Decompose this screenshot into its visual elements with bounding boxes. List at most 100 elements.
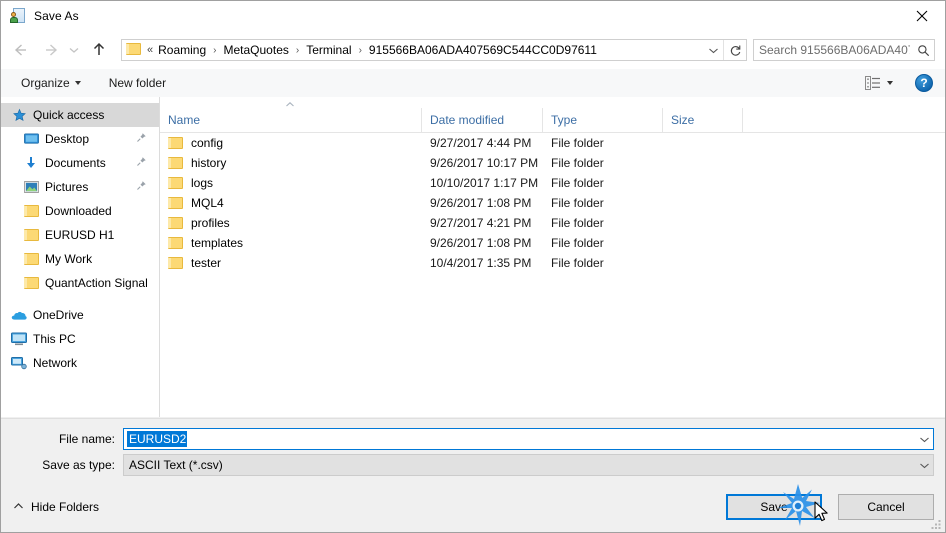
file-name-input[interactable]: EURUSD2	[123, 428, 934, 450]
chevron-right-icon: ›	[295, 44, 300, 56]
arrow-right-icon	[46, 44, 58, 56]
file-type: File folder	[551, 216, 604, 230]
change-view-button[interactable]	[861, 74, 897, 92]
refresh-button[interactable]	[723, 40, 746, 60]
hide-folders-button[interactable]: Hide Folders	[13, 500, 99, 514]
file-name-value: EURUSD2	[127, 431, 188, 447]
chevron-down-icon	[74, 81, 81, 85]
new-folder-label: New folder	[108, 76, 167, 90]
sidebar-item-label: EURUSD H1	[45, 228, 115, 242]
file-type: File folder	[551, 236, 604, 250]
save-button[interactable]: Save	[726, 494, 822, 520]
table-row[interactable]: config 9/27/2017 4:44 PM File folder	[160, 133, 945, 153]
close-button[interactable]	[899, 1, 945, 31]
folder-icon	[23, 227, 39, 243]
resize-grip-icon[interactable]	[930, 518, 942, 530]
folder-icon	[168, 177, 184, 189]
breadcrumb-item-roaming[interactable]: Roaming	[156, 43, 208, 57]
file-date-modified: 10/10/2017 1:17 PM	[430, 176, 539, 190]
cancel-button[interactable]: Cancel	[838, 494, 934, 520]
organize-button[interactable]: Organize	[15, 73, 87, 93]
file-date-modified: 9/26/2017 1:08 PM	[430, 236, 532, 250]
sidebar-item-quick-access[interactable]: Quick access	[1, 103, 159, 127]
column-header-size[interactable]: Size	[663, 108, 743, 132]
save-button-label: Save	[760, 500, 788, 514]
breadcrumb-overflow[interactable]: «	[147, 44, 156, 56]
save-as-dialog: Save As « Roaming › MetaQuotes › Termina…	[0, 0, 946, 533]
sidebar-item-pictures[interactable]: Pictures	[1, 175, 159, 199]
breadcrumb-item-metaquotes[interactable]: MetaQuotes	[222, 43, 291, 57]
file-name-label: File name:	[58, 432, 115, 446]
column-headers: Name Date modified Type Size	[160, 108, 945, 133]
folder-icon	[168, 197, 184, 209]
sidebar-item-quantaction-signal[interactable]: QuantAction Signal	[1, 271, 159, 295]
sidebar-item-label: Downloaded	[45, 204, 112, 218]
chevron-right-icon: ›	[213, 44, 217, 56]
new-folder-button[interactable]: New folder	[103, 73, 172, 93]
cancel-button-label: Cancel	[867, 500, 905, 514]
content-area: Quick access Desktop Documents Pictures …	[1, 97, 945, 417]
recent-locations-button[interactable]	[65, 38, 83, 62]
pin-icon[interactable]	[136, 132, 147, 146]
save-form: File name: EURUSD2 Save as type: ASCII T…	[1, 418, 945, 487]
folder-icon	[168, 157, 184, 169]
file-date-modified: 9/26/2017 10:17 PM	[430, 156, 539, 170]
up-button[interactable]	[87, 38, 111, 62]
table-row[interactable]: profiles 9/27/2017 4:21 PM File folder	[160, 213, 945, 233]
sidebar-item-label: Desktop	[45, 132, 90, 146]
navigation-pane: Quick access Desktop Documents Pictures …	[1, 97, 160, 417]
file-name: templates	[191, 236, 244, 250]
breadcrumb-item-terminal[interactable]: Terminal	[304, 43, 353, 57]
folder-icon	[168, 257, 184, 269]
organize-label: Organize	[21, 76, 70, 90]
help-button[interactable]: ?	[915, 74, 933, 92]
folder-icon	[168, 237, 184, 249]
pin-icon[interactable]	[136, 180, 147, 194]
sidebar-item-this-pc[interactable]: This PC	[1, 327, 159, 351]
save-as-type-dropdown-button[interactable]	[916, 455, 933, 475]
search-box[interactable]	[753, 39, 935, 61]
search-input[interactable]	[754, 43, 912, 57]
arrow-up-icon	[93, 42, 105, 55]
list-view-icon	[865, 76, 880, 90]
chevron-right-icon: ›	[358, 44, 362, 56]
file-list-pane: Name Date modified Type Size config 9/27…	[160, 97, 945, 417]
table-row[interactable]: MQL4 9/26/2017 1:08 PM File folder	[160, 193, 945, 213]
sidebar-item-desktop[interactable]: Desktop	[1, 127, 159, 151]
back-button[interactable]	[9, 38, 33, 62]
sidebar-item-label: Pictures	[45, 180, 89, 194]
folder-icon	[23, 275, 39, 291]
chevron-up-icon	[13, 500, 24, 514]
table-row[interactable]: tester 10/4/2017 1:35 PM File folder	[160, 253, 945, 273]
table-row[interactable]: history 9/26/2017 10:17 PM File folder	[160, 153, 945, 173]
file-name-dropdown-button[interactable]	[916, 429, 933, 449]
breadcrumb-item-instance-id[interactable]: 915566BA06ADA407569C544CC0D97611	[367, 43, 599, 57]
sidebar-item-documents[interactable]: Documents	[1, 151, 159, 175]
file-type: File folder	[551, 196, 604, 210]
search-icon[interactable]	[912, 40, 934, 60]
column-header-type[interactable]: Type	[543, 108, 663, 132]
address-bar[interactable]: « Roaming › MetaQuotes › Terminal › 9155…	[121, 39, 747, 61]
file-date-modified: 9/27/2017 4:21 PM	[430, 216, 532, 230]
column-header-name[interactable]: Name	[160, 108, 422, 132]
table-row[interactable]: logs 10/10/2017 1:17 PM File folder	[160, 173, 945, 193]
chevron-down-icon	[920, 437, 929, 442]
pin-icon[interactable]	[136, 156, 147, 170]
save-as-type-label: Save as type:	[42, 458, 115, 472]
sidebar-item-my-work[interactable]: My Work	[1, 247, 159, 271]
sidebar-item-network[interactable]: Network	[1, 351, 159, 375]
file-type: File folder	[551, 156, 604, 170]
sidebar-item-eurusd-h1[interactable]: EURUSD H1	[1, 223, 159, 247]
folder-icon	[168, 137, 184, 149]
column-header-date-modified[interactable]: Date modified	[422, 108, 543, 132]
title-bar: Save As	[1, 1, 945, 31]
sidebar-item-downloaded[interactable]: Downloaded	[1, 199, 159, 223]
file-name: tester	[191, 256, 222, 270]
forward-button[interactable]	[39, 38, 63, 62]
table-row[interactable]: templates 9/26/2017 1:08 PM File folder	[160, 233, 945, 253]
sidebar-item-label: My Work	[45, 252, 93, 266]
sidebar-item-onedrive[interactable]: OneDrive	[1, 303, 159, 327]
address-dropdown-button[interactable]	[703, 40, 723, 60]
command-bar: Organize New folder ?	[1, 69, 945, 98]
save-as-type-select[interactable]: ASCII Text (*.csv)	[123, 454, 934, 476]
